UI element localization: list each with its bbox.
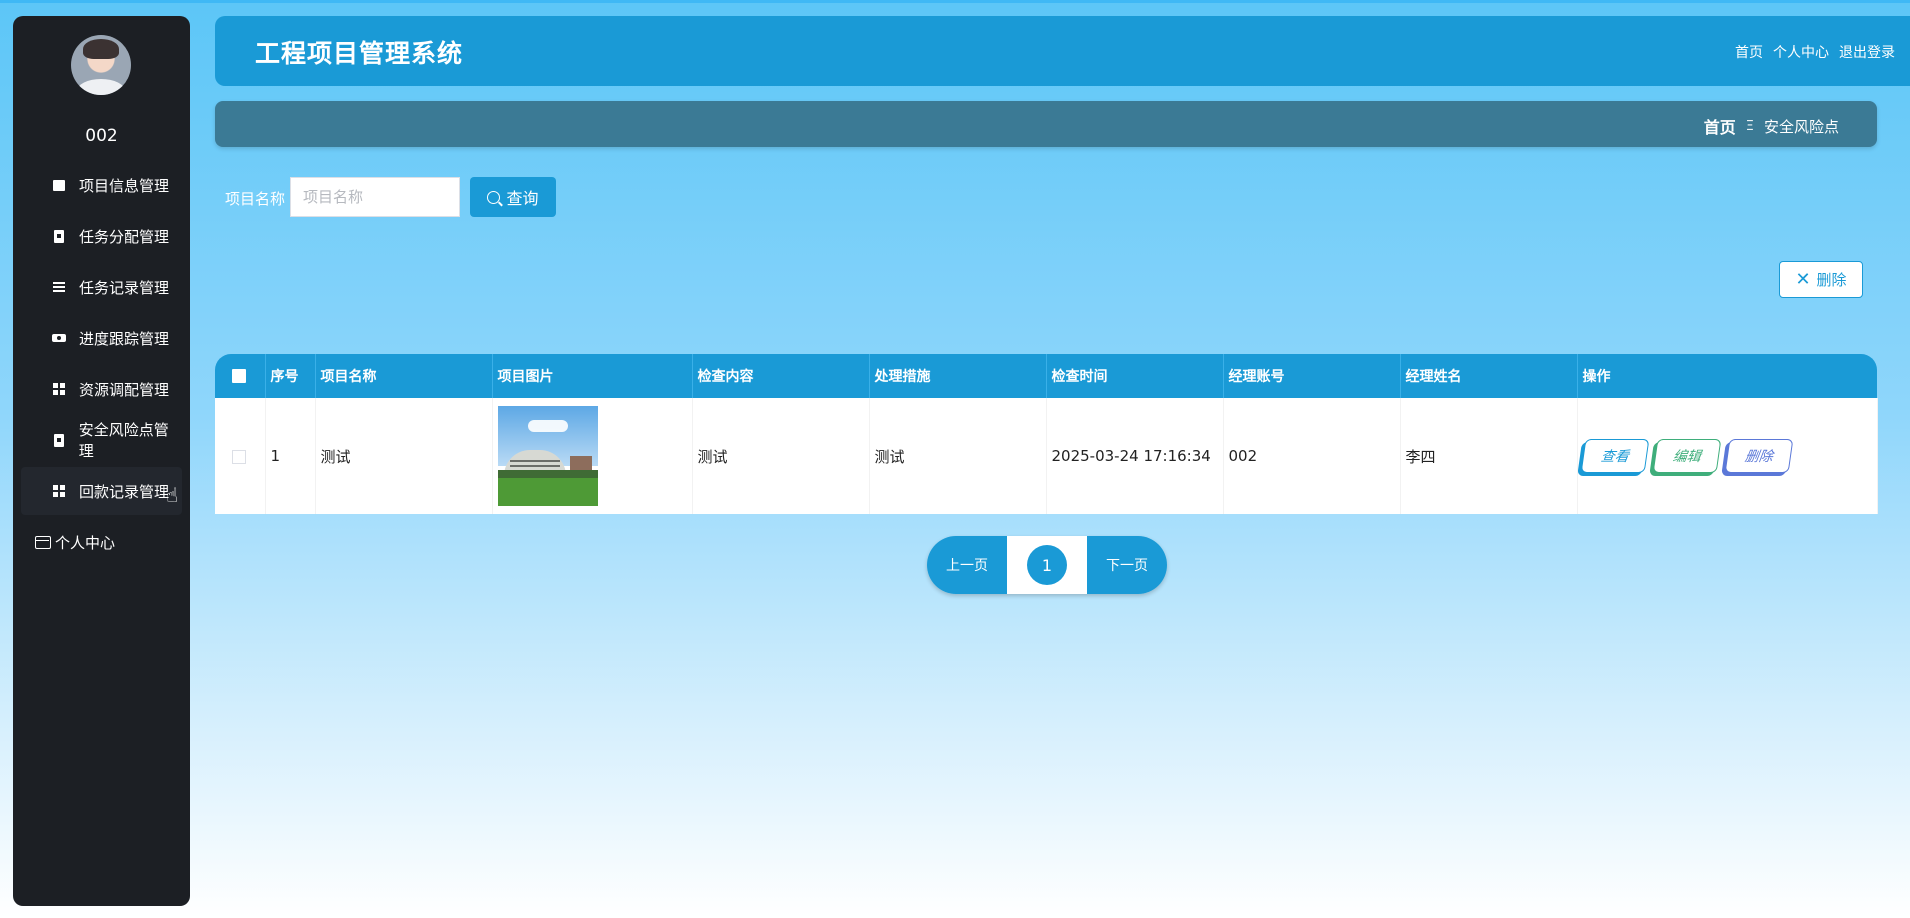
- avatar-shoulders: [77, 79, 125, 95]
- sidebar-item-label: 资源调配管理: [79, 380, 170, 399]
- breadcrumb-bar: 首页 Ξ 安全风险点: [215, 101, 1877, 147]
- list-icon: [51, 279, 67, 295]
- top-nav-home[interactable]: 首页: [1735, 42, 1763, 62]
- sidebar-item-label: 项目信息管理: [79, 176, 170, 195]
- table-header-row: 序号 项目名称 项目图片 检查内容 处理措施 检查时间 经理账号 经理姓名 操作: [215, 354, 1877, 398]
- sidebar-item-label: 安全风险点管理: [78, 421, 169, 460]
- edit-button[interactable]: 编辑: [1652, 439, 1721, 473]
- column-header: 检查时间: [1046, 354, 1224, 398]
- sidebar: 002 项目信息管理 任务分配管理 任务记录管理 进度跟踪管理 资源调配管理 安…: [13, 16, 190, 906]
- batch-delete-label: 删除: [1816, 271, 1847, 289]
- ticket-icon: [51, 330, 67, 346]
- top-nav-profile[interactable]: 个人中心: [1773, 42, 1829, 62]
- column-header: 项目名称: [315, 354, 493, 398]
- column-header: 经理姓名: [1400, 354, 1578, 398]
- sidebar-item-label: 任务记录管理: [79, 278, 170, 297]
- briefcase-icon: [51, 177, 67, 193]
- header: 工程项目管理系统 首页 个人中心 退出登录: [215, 16, 1910, 86]
- breadcrumb: 首页 Ξ 安全风险点: [1704, 114, 1839, 138]
- pagination: 上一页 1 下一页: [927, 536, 1167, 594]
- row-select-cell: [215, 398, 266, 514]
- breadcrumb-current: 安全风险点: [1763, 117, 1839, 136]
- sidebar-item-label: 任务分配管理: [79, 227, 170, 246]
- image-grass: [497, 478, 598, 506]
- query-button[interactable]: 查询: [470, 177, 556, 217]
- card-icon: [35, 535, 51, 549]
- breadcrumb-home[interactable]: 首页: [1704, 114, 1736, 138]
- delete-button[interactable]: 删除: [1724, 439, 1793, 473]
- clipboard-icon: [51, 228, 67, 244]
- page-1-button[interactable]: 1: [1027, 545, 1067, 585]
- row-checkbox[interactable]: [232, 449, 247, 464]
- sidebar-menu: 项目信息管理 任务分配管理 任务记录管理 进度跟踪管理 资源调配管理 安全风险点…: [21, 161, 182, 569]
- avatar-hair: [83, 39, 119, 59]
- manager-account-cell: 002: [1223, 398, 1401, 514]
- image-cloud: [527, 420, 568, 432]
- grid-icon: [51, 483, 67, 499]
- query-button-label: 查询: [506, 191, 539, 208]
- check-time-cell: 2025-03-24 17:16:34: [1046, 398, 1224, 514]
- data-table: 序号 项目名称 项目图片 检查内容 处理措施 检查时间 经理账号 经理姓名 操作…: [215, 354, 1878, 514]
- row-index: 1: [265, 398, 316, 514]
- avatar[interactable]: [71, 35, 131, 95]
- sidebar-item-label: 进度跟踪管理: [79, 329, 170, 348]
- page-numbers: 1: [1007, 536, 1087, 594]
- breadcrumb-separator-icon: Ξ: [1745, 118, 1754, 134]
- batch-delete-button[interactable]: ✕ 删除: [1779, 261, 1863, 298]
- hand-cursor-icon: ☝: [166, 483, 179, 507]
- search-input[interactable]: [290, 177, 460, 217]
- sidebar-item-payment[interactable]: 回款记录管理: [21, 467, 182, 515]
- top-nav-logout[interactable]: 退出登录: [1839, 42, 1895, 62]
- manager-name-cell: 李四: [1400, 398, 1578, 514]
- sidebar-item-task-record[interactable]: 任务记录管理: [21, 263, 182, 311]
- project-name-cell: 测试: [315, 398, 493, 514]
- table-row: 1 测试 测试 测试 2025-03-24 17:16:34 002 李四 查看…: [215, 398, 1878, 514]
- column-header: 操作: [1582, 369, 1611, 385]
- measures-cell: 测试: [869, 398, 1047, 514]
- sidebar-item-task-assign[interactable]: 任务分配管理: [21, 212, 182, 260]
- sidebar-item-progress[interactable]: 进度跟踪管理: [21, 314, 182, 362]
- select-all-checkbox[interactable]: [232, 369, 247, 383]
- top-strip: [0, 0, 1910, 3]
- next-page-button[interactable]: 下一页: [1087, 536, 1167, 594]
- username: 002: [85, 126, 118, 146]
- sidebar-item-safety-risk[interactable]: 安全风险点管理: [21, 416, 182, 464]
- view-button[interactable]: 查看: [1580, 439, 1649, 473]
- check-content-cell: 测试: [692, 398, 870, 514]
- sidebar-item-label: 回款记录管理: [79, 482, 170, 501]
- search-icon: [487, 190, 501, 204]
- select-all-cell: [215, 354, 266, 398]
- project-image[interactable]: [497, 406, 598, 506]
- row-actions: 查看 编辑 删除: [1580, 439, 1876, 473]
- project-image-cell: [492, 398, 693, 514]
- prev-page-button[interactable]: 上一页: [927, 536, 1007, 594]
- column-header: 处理措施: [869, 354, 1047, 398]
- app-title: 工程项目管理系统: [255, 39, 464, 68]
- search-label: 项目名称: [225, 190, 286, 208]
- column-header: 项目图片: [492, 354, 693, 398]
- sidebar-item-resource[interactable]: 资源调配管理: [21, 365, 182, 413]
- sidebar-item-project-info[interactable]: 项目信息管理: [21, 161, 182, 209]
- column-header: 经理账号: [1223, 354, 1401, 398]
- grid-icon: [51, 381, 67, 397]
- top-nav: 首页 个人中心 退出登录: [1735, 42, 1895, 62]
- clipboard-icon: [51, 432, 67, 448]
- sidebar-item-personal[interactable]: 个人中心: [21, 518, 182, 566]
- column-header: 序号: [265, 354, 316, 398]
- sidebar-item-label: 个人中心: [55, 533, 116, 552]
- actions-cell: 查看 编辑 删除: [1577, 398, 1878, 514]
- column-header: 检查内容: [692, 354, 870, 398]
- close-icon: ✕: [1795, 268, 1811, 290]
